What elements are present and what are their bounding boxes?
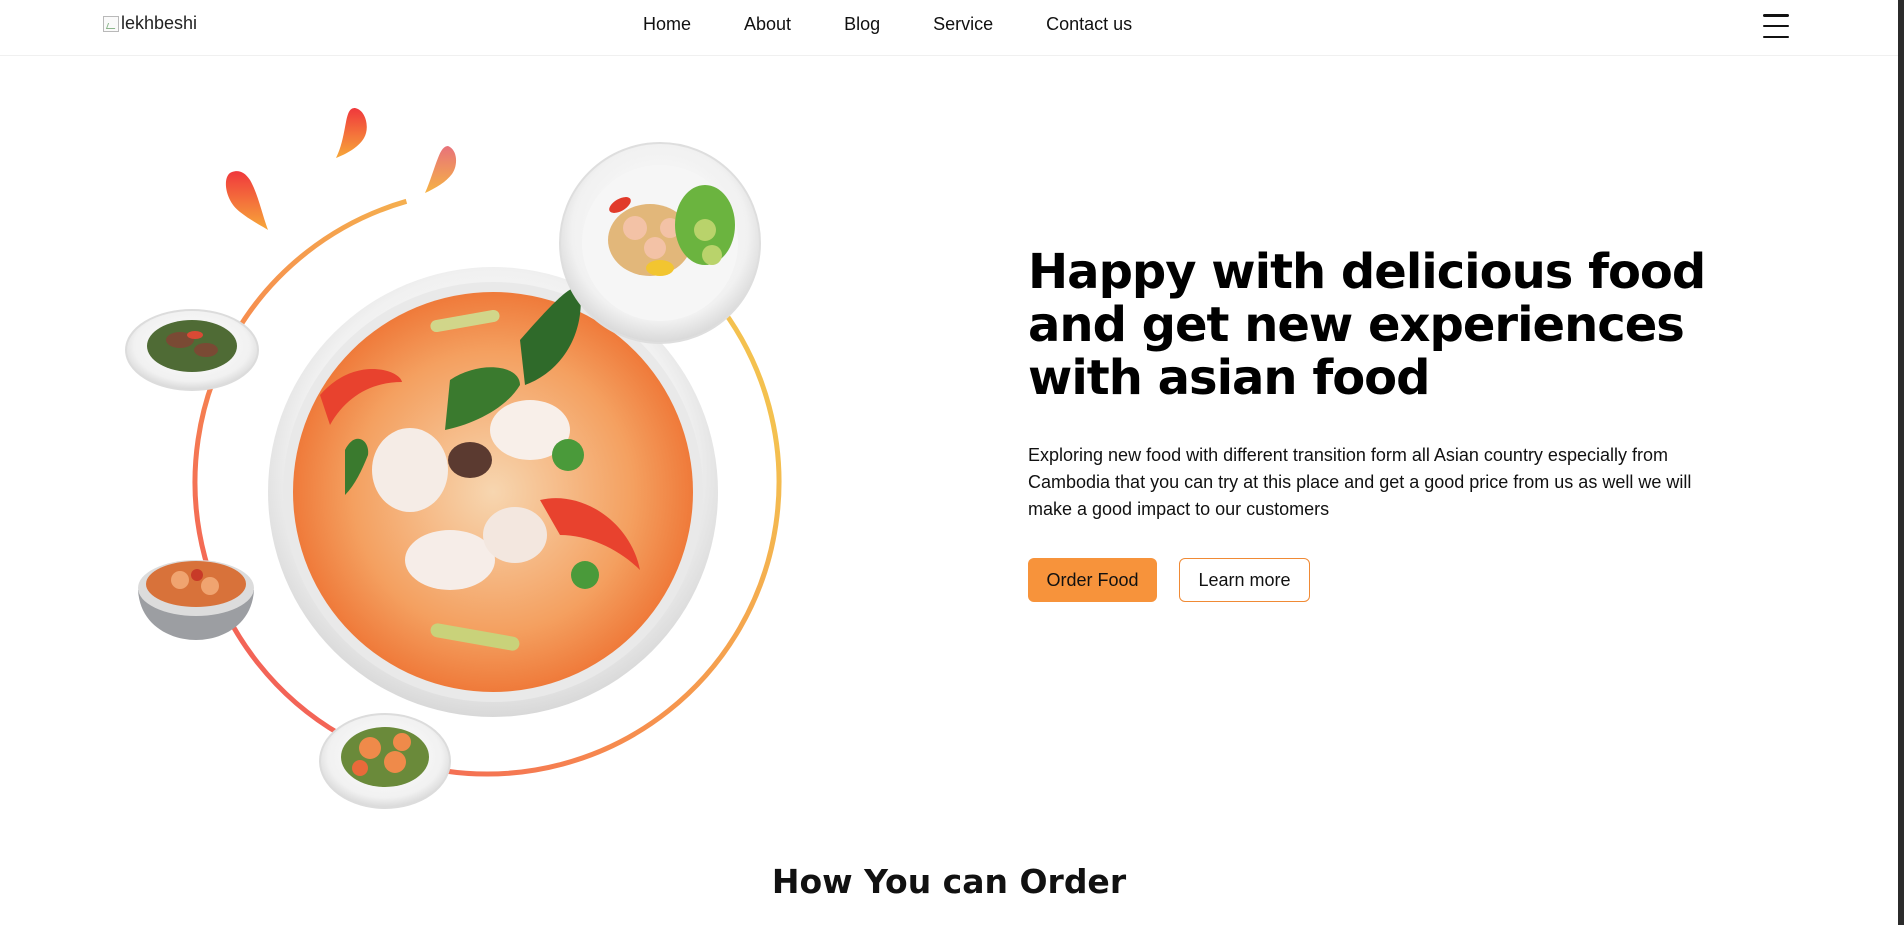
petal-decoration-1 bbox=[225, 171, 268, 230]
nav-link-home[interactable]: Home bbox=[643, 14, 691, 35]
learn-more-button[interactable]: Learn more bbox=[1179, 558, 1310, 602]
broken-image-icon bbox=[103, 15, 119, 32]
nav-link-service[interactable]: Service bbox=[933, 14, 993, 35]
petal-decoration-3 bbox=[425, 146, 457, 193]
how-to-order-heading: How You can Order bbox=[771, 862, 1127, 901]
hero-title: Happy with delicious food and get new ex… bbox=[1028, 244, 1706, 406]
stir-fry-plate bbox=[125, 309, 259, 391]
nav-link-contact[interactable]: Contact us bbox=[1046, 14, 1132, 35]
petal-decoration-2 bbox=[336, 108, 367, 158]
pad-thai-plate bbox=[559, 142, 761, 344]
navbar: lekhbeshi Home About Blog Service Contac… bbox=[0, 0, 1898, 56]
hero-description: Exploring new food with different transi… bbox=[1028, 445, 1692, 519]
main-menu: Home About Blog Service Contact us bbox=[643, 14, 1185, 35]
hamburger-menu-icon[interactable] bbox=[1763, 14, 1789, 38]
window-edge bbox=[1898, 0, 1904, 925]
nav-link-blog[interactable]: Blog bbox=[844, 14, 880, 35]
page: lekhbeshi Home About Blog Service Contac… bbox=[0, 0, 1898, 925]
logo-alt-text: lekhbeshi bbox=[121, 13, 198, 33]
logo[interactable]: lekhbeshi bbox=[103, 13, 197, 34]
shrimp-plate bbox=[319, 713, 451, 809]
hero-food-illustration bbox=[125, 108, 782, 809]
order-food-button[interactable]: Order Food bbox=[1028, 558, 1157, 602]
nav-link-about[interactable]: About bbox=[744, 14, 791, 35]
